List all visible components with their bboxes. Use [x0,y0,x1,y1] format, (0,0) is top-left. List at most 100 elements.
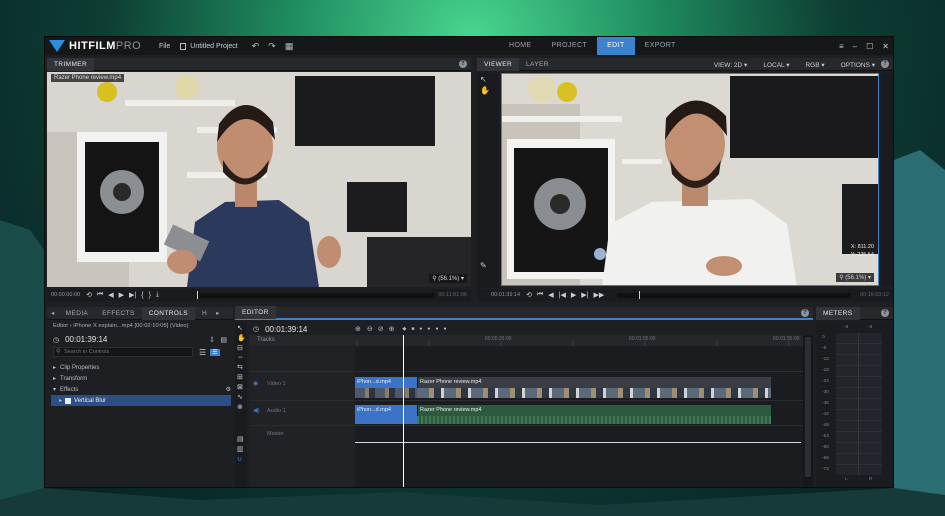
tab-history[interactable]: H [195,307,214,320]
editor-help-icon[interactable]: ? [801,309,809,317]
zoom-in-icon[interactable]: ⊕ [389,325,395,333]
keyframe-icon[interactable]: ■ [411,326,414,332]
in-point-icon[interactable]: ● [419,326,422,332]
menu-icon[interactable]: ≡ [839,42,844,51]
effect-enabled-checkbox[interactable] [65,397,72,404]
close-icon[interactable]: ✕ [882,42,889,51]
trimmer-scrub-head[interactable] [197,291,198,299]
trimmer-help-icon[interactable]: ? [459,60,467,68]
trimmer-scrubbar[interactable] [197,293,435,298]
controls-timecode[interactable]: 00:01:39:14 [65,335,107,344]
project-name-button[interactable]: Untitled Project [180,42,238,50]
razor-tool-icon[interactable]: ⊟ [237,344,247,352]
slide-tool-icon[interactable]: ⇆ [237,363,247,371]
video-track-header[interactable]: ◉ Video 1 [251,371,353,399]
mark-out-icon[interactable]: } [149,292,151,299]
video-eye-icon[interactable]: ◉ [253,380,258,387]
viewer-prev-frame-icon[interactable]: ◀ [548,291,553,299]
lock-icon[interactable]: ▤ [220,336,227,344]
tab-effects[interactable]: EFFECTS [95,307,141,320]
marker-icon[interactable]: ◆ [403,326,407,332]
viewer-goto-start-icon[interactable]: |◀ [559,291,566,299]
loop-icon[interactable]: ⟲ [86,291,92,299]
effect-vertical-blur-row[interactable]: ▸ Vertical Blur [51,395,231,406]
viewer-scrubbar[interactable] [617,293,851,298]
timeline-ruler[interactable]: 00:00:30:00 00:01:00:00 00:01:30:00 [355,335,803,346]
pen-tool-editor-icon[interactable]: ∿ [237,393,247,401]
viewer-forward-icon[interactable]: ▶▶ [593,291,604,299]
play-icon[interactable]: ▶ [119,291,124,299]
viewer-step-back-icon[interactable]: ⏮ [537,291,543,299]
vscroll-thumb[interactable] [805,337,811,477]
effects-row[interactable]: ▾ Effects ⚙ [47,384,235,395]
magnet-icon[interactable]: ∪ [237,455,247,463]
maximize-icon[interactable]: ☐ [866,42,873,51]
zoom-fit-icon[interactable]: ⊘ [378,325,384,333]
viewer-video[interactable]: X: 811.20 Y: 225.54 ⚲ (56.1%) ▾ [501,73,879,286]
playhead[interactable] [403,335,404,487]
transform-row[interactable]: ▸ Transform [47,373,235,384]
file-menu[interactable]: File [159,43,170,50]
prev-frame-icon[interactable]: ◀ [108,291,113,299]
add-track-icon[interactable]: ⊕ [355,325,361,333]
tab-project[interactable]: PROJECT [542,37,597,55]
view-mode-select[interactable]: VIEW: 2D ▾ [706,61,748,69]
roll-tool-icon[interactable]: ⊞ [237,373,247,381]
channel-select[interactable]: RGB ▾ [797,61,824,69]
editor-hand-tool-icon[interactable]: ✋ [237,334,247,342]
zoom-out-icon[interactable]: ⊖ [367,325,373,333]
audio-speaker-icon[interactable]: ◀) [253,407,260,414]
minimize-icon[interactable]: – [853,42,857,51]
space-select[interactable]: LOCAL ▾ [755,61,789,69]
ripple-icon[interactable]: ● [435,326,438,332]
tab-export[interactable]: EXPORT [635,37,686,55]
tab-home[interactable]: HOME [499,37,542,55]
trimmer-video[interactable]: Razer Phone review.mp4 ⚲ (56.1%) ▾ [47,72,471,287]
audio-track-header[interactable]: ◀) Audio 1 [251,400,353,424]
master-level-line[interactable] [355,442,801,443]
options-menu[interactable]: OPTIONS ▾ [833,61,875,69]
timeline-vscrollbar[interactable] [803,335,813,487]
viewer-help-icon[interactable]: ? [881,60,889,68]
viewer-scrub-head[interactable] [639,291,640,299]
track-height-icon[interactable]: ▥ [237,445,247,453]
redo-icon[interactable]: ↷ [268,41,276,52]
timeline-tracks[interactable]: iPhon...d.mp4 Razer Phone review.mp4 iPh… [355,335,803,487]
list-view-icon[interactable]: ☰ [199,348,206,357]
undo-icon[interactable]: ↶ [252,41,260,52]
pen-tool-icon[interactable]: ✎ [480,261,499,270]
select-tool-icon[interactable]: ↖ [480,75,499,84]
filter-view-icon[interactable]: ☰ [210,348,220,356]
panel-left-arrow-icon[interactable]: ◂ [47,307,59,320]
viewer-next-frame-icon[interactable]: ▶| [581,291,588,299]
meters-help-icon[interactable]: ? [881,309,889,317]
tab-edit[interactable]: EDIT [597,37,635,55]
tab-viewer[interactable]: VIEWER [477,57,520,71]
step-back-icon[interactable]: ⏮ [97,291,103,299]
insert-icon[interactable]: ⤓ [156,291,159,299]
tab-meters[interactable]: METERS [816,306,860,320]
hand-tool-icon[interactable]: ✋ [480,86,499,95]
editor-timecode[interactable]: 00:01:39:14 [265,325,307,334]
controls-search-input[interactable] [53,347,193,357]
effects-settings-icon[interactable]: ⚙ [226,386,231,393]
tab-trimmer[interactable]: TRIMMER [47,57,95,71]
mark-in-icon[interactable]: { [141,292,143,299]
rate-stretch-icon[interactable]: ⊠ [237,383,247,391]
next-frame-icon[interactable]: ▶| [129,291,136,299]
grid-layout-icon[interactable]: ▦ [285,41,294,52]
snap-icon[interactable]: ⊗ [237,403,247,411]
slip-tool-icon[interactable]: ⇔ [237,354,247,361]
viewer-play-icon[interactable]: ▶ [571,291,576,299]
tab-layer[interactable]: LAYER [519,58,556,71]
editor-select-tool-icon[interactable]: ↖ [237,324,247,332]
clip-properties-row[interactable]: ▸ Clip Properties [47,362,235,373]
viewer-zoom[interactable]: ⚲ (56.1%) ▾ [836,273,874,282]
tab-editor[interactable]: EDITOR [235,306,276,319]
track-layout-icon[interactable]: ▤ [237,435,247,443]
tab-media[interactable]: MEDIA [59,307,96,320]
pin-icon[interactable]: ⇩ [209,336,215,344]
trimmer-zoom[interactable]: ⚲ (56.1%) ▾ [429,274,467,283]
out-point-icon[interactable]: ● [427,326,430,332]
viewer-loop-icon[interactable]: ⟲ [526,291,532,299]
